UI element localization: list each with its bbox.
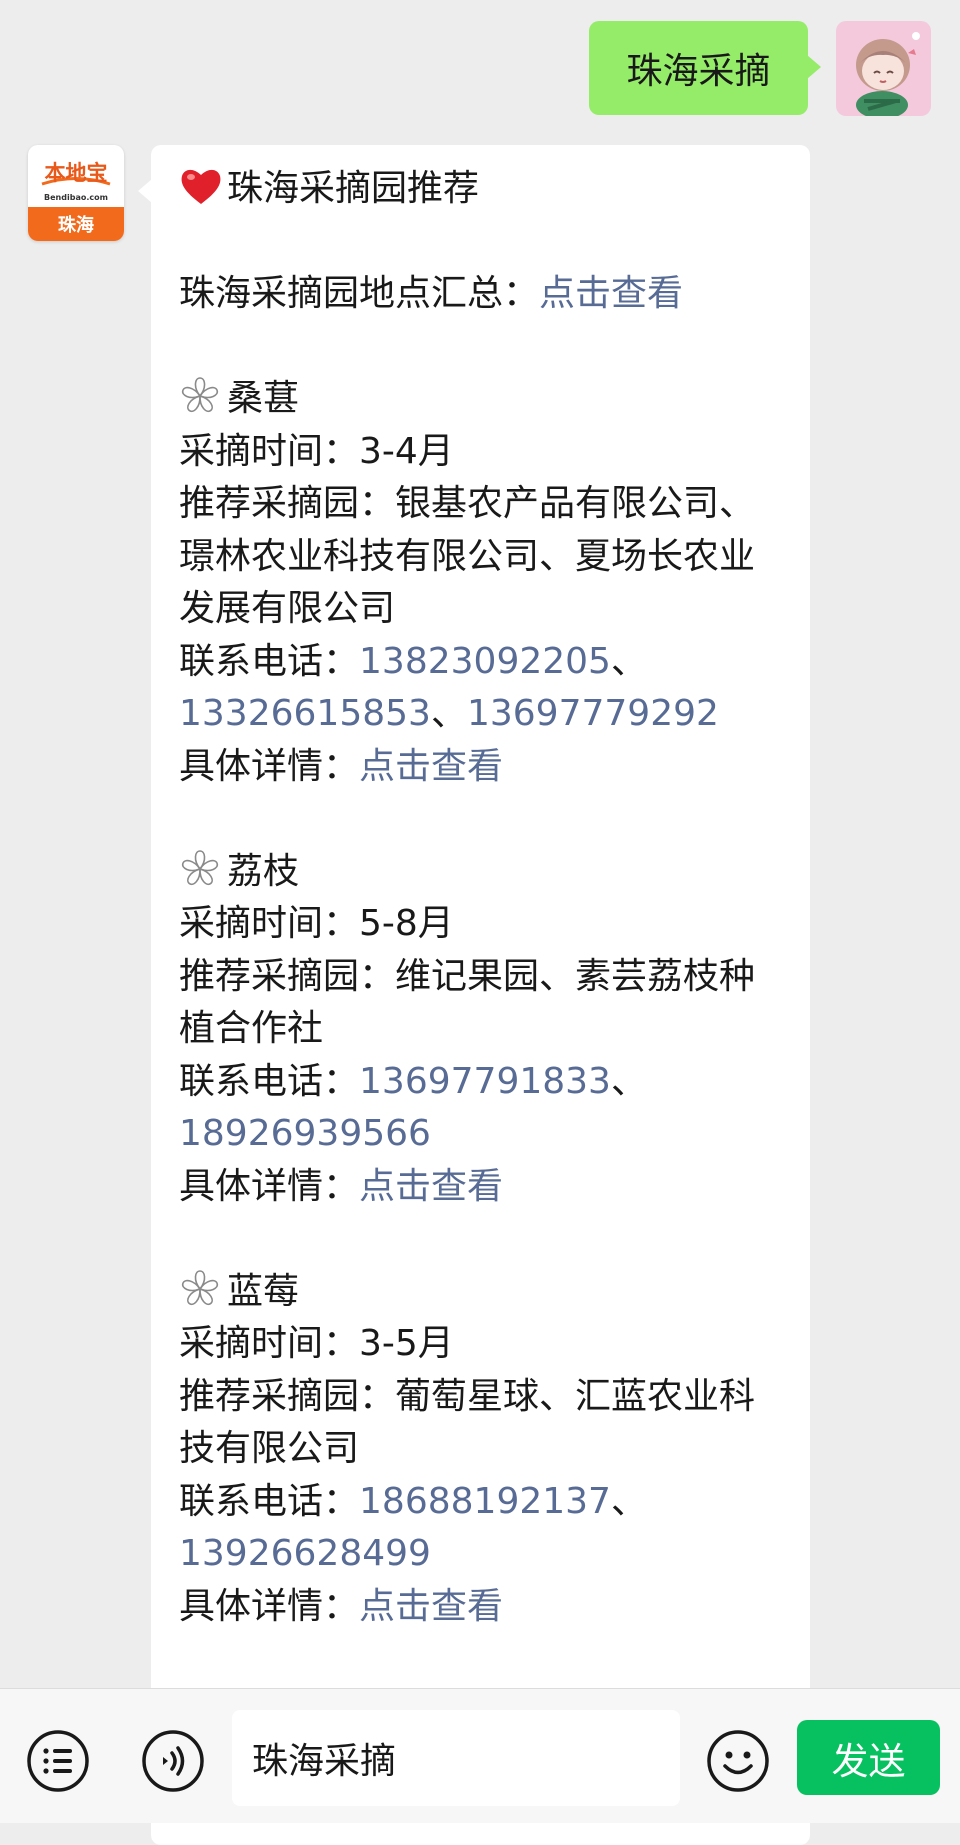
fruit-heading: 桑葚 — [179, 373, 789, 426]
phone-link[interactable]: 13697779292 — [467, 693, 719, 734]
phone-label: 联系电话： — [179, 1480, 360, 1522]
incoming-message-bubble[interactable]: 珠海采摘园推荐 珠海采摘园地点汇总：点击查看 桑葚 采摘时间：3-4月 推荐采摘… — [138, 145, 810, 1845]
message-input-value: 珠海采摘 — [252, 1741, 397, 1782]
separator: 、 — [610, 1480, 647, 1522]
fruit-detail: 具体详情：点击查看 — [179, 1581, 789, 1634]
phone-link[interactable]: 13823092205 — [359, 641, 611, 682]
heart-icon — [181, 169, 221, 204]
phone-link[interactable]: 18926939566 — [179, 1113, 431, 1154]
fruit-heading: 荔枝 — [179, 846, 789, 899]
flower-icon — [181, 377, 219, 413]
list-menu-icon — [27, 1730, 89, 1792]
send-button[interactable]: 发送 — [797, 1720, 940, 1795]
summary-link[interactable]: 点击查看 — [539, 273, 683, 314]
phone-link[interactable]: 18688192137 — [359, 1481, 611, 1522]
fruit-time: 采摘时间：3-4月 — [179, 430, 454, 472]
fruit-time: 采摘时间：5-8月 — [179, 903, 454, 944]
fruit-name: 蓝莓 — [227, 1270, 300, 1312]
fruit-section: 蓝莓 采摘时间：3-5月 推荐采摘园：葡萄星球、汇蓝农业科技有限公司 联系电话：… — [179, 1266, 789, 1634]
fruit-time: 采摘时间：3-5月 — [179, 1323, 454, 1364]
fruit-detail: 具体详情：点击查看 — [179, 1161, 789, 1214]
logo-city-text: 珠海 — [58, 214, 94, 236]
user-avatar[interactable] — [836, 21, 931, 116]
summary-label: 珠海采摘园地点汇总： — [179, 273, 540, 314]
outgoing-message-text: 珠海采摘 — [626, 51, 771, 92]
fruit-garden: 推荐采摘园：葡萄星球、汇蓝农业科技有限公司 — [179, 1375, 756, 1470]
fruit-phones: 联系电话：13697791833、 18926939566 — [179, 1056, 789, 1161]
fruit-name: 桑葚 — [227, 378, 300, 419]
menu-button[interactable] — [26, 1729, 90, 1793]
separator: 、 — [610, 1060, 647, 1102]
fruit-heading: 蓝莓 — [179, 1266, 789, 1319]
fruit-phones: 联系电话：13823092205、 13326615853、13697779292 — [179, 636, 789, 741]
summary-line: 珠海采摘园地点汇总：点击查看 — [179, 268, 789, 321]
separator: 、 — [610, 640, 647, 682]
emoji-button[interactable] — [706, 1729, 770, 1793]
fruit-garden: 推荐采摘园：银基农产品有限公司、璟林农业科技有限公司、夏场长农业发展有限公司 — [179, 483, 756, 629]
phone-link[interactable]: 13697791833 — [359, 1061, 611, 1102]
bendibao-avatar[interactable]: 本地宝 Bendibao.com 珠海 — [28, 145, 124, 241]
flower-icon — [181, 1269, 219, 1305]
detail-link[interactable]: 点击查看 — [359, 1166, 503, 1207]
detail-label: 具体详情： — [179, 1165, 360, 1207]
fruit-phones: 联系电话：18688192137、 13926628499 — [179, 1476, 789, 1581]
detail-link[interactable]: 点击查看 — [359, 1586, 503, 1627]
bendibao-logo-icon: 本地宝 Bendibao.com 珠海 — [28, 145, 124, 241]
message-title-line: 珠海采摘园推荐 — [179, 163, 789, 216]
fruit-section: 荔枝 采摘时间：5-8月 推荐采摘园：维记果园、素芸荔枝种植合作社 联系电话：1… — [179, 846, 789, 1214]
send-button-label: 发送 — [831, 1739, 906, 1783]
outgoing-message-bubble[interactable]: 珠海采摘 — [589, 21, 821, 115]
logo-brand-text: 本地宝 — [45, 161, 108, 185]
logo-domain-text: Bendibao.com — [44, 193, 108, 202]
fruit-name: 荔枝 — [227, 850, 300, 892]
phone-link[interactable]: 13926628499 — [179, 1533, 431, 1574]
fruit-detail: 具体详情：点击查看 — [179, 741, 789, 794]
phone-label: 联系电话： — [179, 640, 360, 682]
voice-button[interactable] — [141, 1729, 205, 1793]
message-input[interactable]: 珠海采摘 — [232, 1710, 680, 1806]
fruit-garden: 推荐采摘园：维记果园、素芸荔枝种植合作社 — [179, 955, 756, 1050]
detail-label: 具体详情： — [179, 1585, 360, 1627]
phone-link[interactable]: 13326615853 — [179, 693, 431, 734]
separator: 、 — [430, 693, 467, 734]
emoji-icon — [707, 1730, 769, 1792]
phone-label: 联系电话： — [179, 1060, 360, 1102]
message-title: 珠海采摘园推荐 — [227, 168, 480, 209]
flower-icon — [181, 849, 219, 885]
fruit-section: 桑葚 采摘时间：3-4月 推荐采摘园：银基农产品有限公司、璟林农业科技有限公司、… — [179, 373, 789, 793]
detail-link[interactable]: 点击查看 — [359, 746, 503, 787]
message-body: 珠海采摘园推荐 珠海采摘园地点汇总：点击查看 桑葚 采摘时间：3-4月 推荐采摘… — [179, 163, 789, 1633]
anime-avatar-icon — [836, 21, 931, 116]
chat-input-bar: 珠海采摘 发送 — [0, 1688, 960, 1823]
detail-label: 具体详情： — [179, 745, 360, 787]
voice-icon — [142, 1730, 204, 1792]
